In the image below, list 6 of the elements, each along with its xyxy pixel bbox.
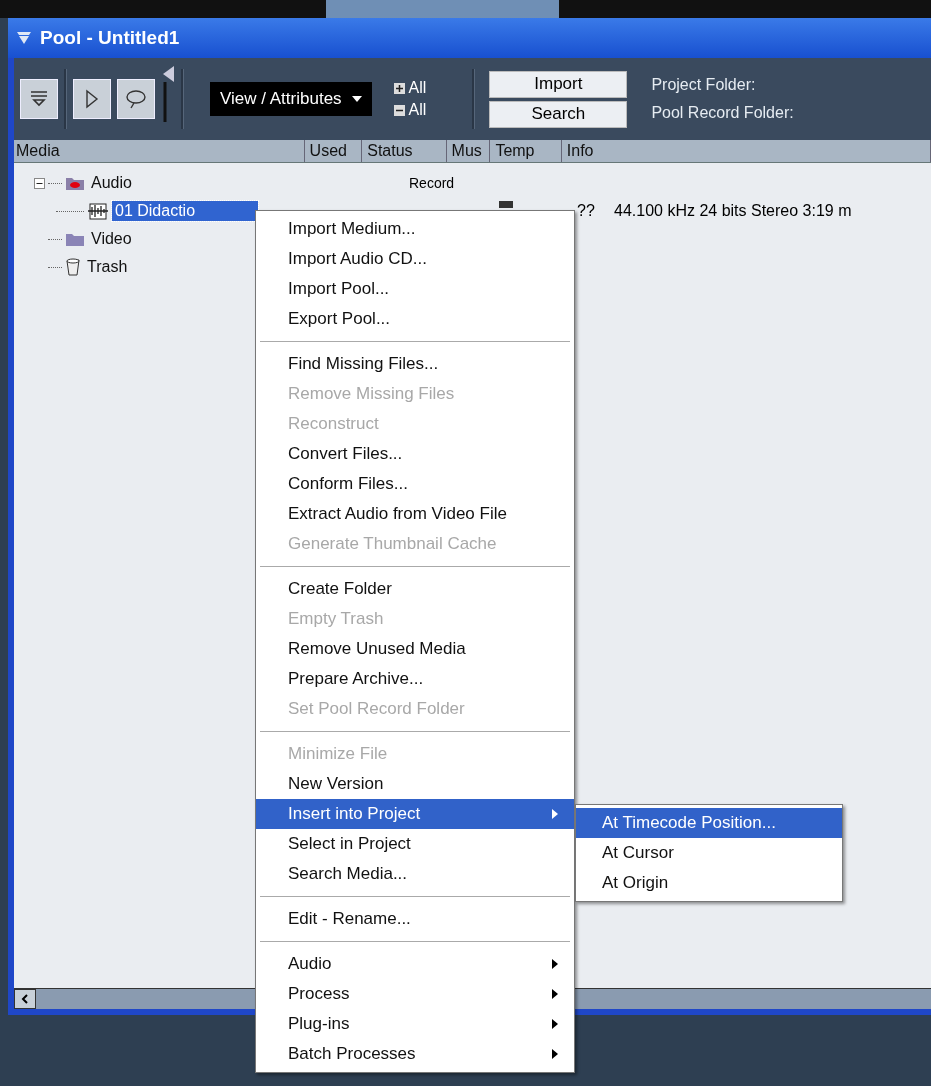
window-title: Pool - Untitled1 [40, 27, 180, 49]
tempo-text: ?? [577, 202, 595, 219]
folder-label: Pool Record Folder: [651, 104, 794, 122]
status-text: Record [409, 175, 455, 191]
folder-label: Project Folder: [651, 76, 757, 94]
info-text: 44.100 kHz 24 bits Stereo 3:19 m [614, 202, 852, 219]
